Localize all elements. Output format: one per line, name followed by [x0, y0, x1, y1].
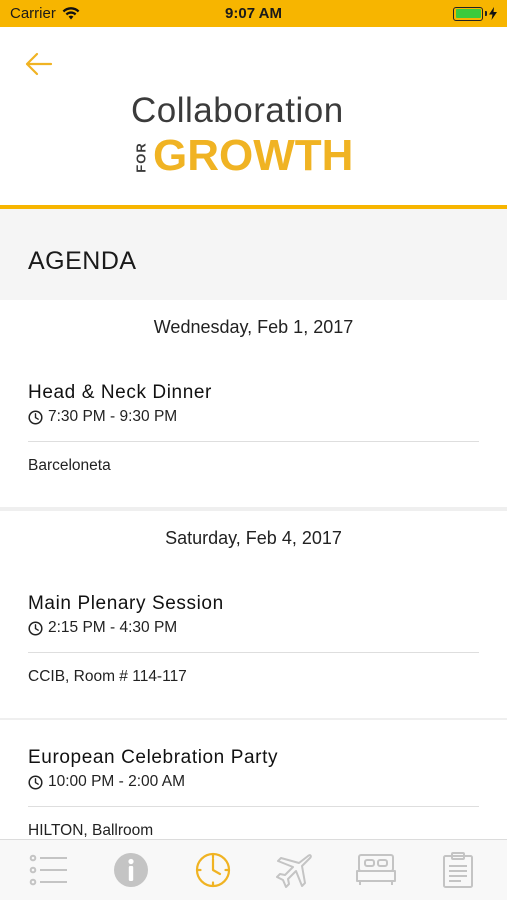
- airplane-icon: [276, 854, 313, 888]
- page-title: AGENDA: [28, 247, 137, 275]
- event-location: HILTON, Ballroom: [28, 822, 154, 839]
- agenda-event[interactable]: Main Plenary Session 2:15 PM - 4:30 PM C…: [0, 566, 507, 718]
- clock-icon: [195, 852, 230, 888]
- clock-icon: [28, 620, 43, 636]
- wifi-icon: [62, 7, 80, 20]
- event-time: 10:00 PM - 2:00 AM: [28, 773, 185, 791]
- section-header: AGENDA: [0, 209, 507, 300]
- back-button[interactable]: [22, 49, 58, 79]
- tab-info[interactable]: [106, 847, 156, 893]
- arrow-left-icon: [25, 52, 53, 76]
- status-bar: Carrier 9:07 AM: [0, 0, 507, 27]
- event-time: 7:30 PM - 9:30 PM: [28, 408, 177, 426]
- tab-list[interactable]: [24, 847, 74, 893]
- logo-for: FOR: [133, 142, 149, 173]
- event-title: European Celebration Party: [28, 747, 279, 768]
- agenda-event[interactable]: Head & Neck Dinner 7:30 PM - 9:30 PM Bar…: [0, 355, 507, 507]
- tab-hotel[interactable]: [351, 847, 401, 893]
- event-location: Barceloneta: [28, 457, 111, 474]
- logo-growth: GROWTH: [153, 131, 354, 180]
- tab-notes[interactable]: [433, 847, 483, 893]
- event-logo: Collaboration FOR GROWTH: [131, 91, 381, 181]
- status-left: Carrier: [10, 5, 80, 22]
- divider: [28, 441, 479, 442]
- divider: [28, 652, 479, 653]
- info-icon: [113, 853, 148, 887]
- event-time-label: 10:00 PM - 2:00 AM: [48, 773, 185, 790]
- event-time: 2:15 PM - 4:30 PM: [28, 619, 177, 637]
- tab-bar: [0, 839, 507, 900]
- clipboard-icon: [443, 852, 474, 888]
- battery-level-fill: [455, 9, 481, 18]
- event-time-label: 7:30 PM - 9:30 PM: [48, 408, 178, 425]
- event-title: Main Plenary Session: [28, 593, 224, 614]
- tab-travel[interactable]: [269, 847, 319, 893]
- event-time-label: 2:15 PM - 4:30 PM: [48, 619, 178, 636]
- list-icon: [29, 854, 67, 886]
- divider: [28, 806, 479, 807]
- logo-collaboration: Collaboration: [131, 91, 344, 130]
- tab-agenda[interactable]: [188, 847, 238, 893]
- carrier-label: Carrier: [10, 5, 56, 22]
- battery-icon: [453, 6, 497, 21]
- event-title: Head & Neck Dinner: [28, 382, 212, 403]
- clock-icon: [28, 774, 43, 790]
- hotel-bed-icon: [356, 854, 397, 885]
- header: Collaboration FOR GROWTH: [0, 27, 507, 205]
- charging-bolt-icon: [489, 7, 497, 20]
- date-header: Wednesday, Feb 1, 2017: [153, 317, 354, 337]
- event-location: CCIB, Room # 114-117: [28, 668, 187, 685]
- agenda-list: Wednesday, Feb 1, 2017 Head & Neck Dinne…: [0, 300, 507, 872]
- clock-icon: [28, 409, 43, 425]
- date-header: Saturday, Feb 4, 2017: [165, 528, 342, 548]
